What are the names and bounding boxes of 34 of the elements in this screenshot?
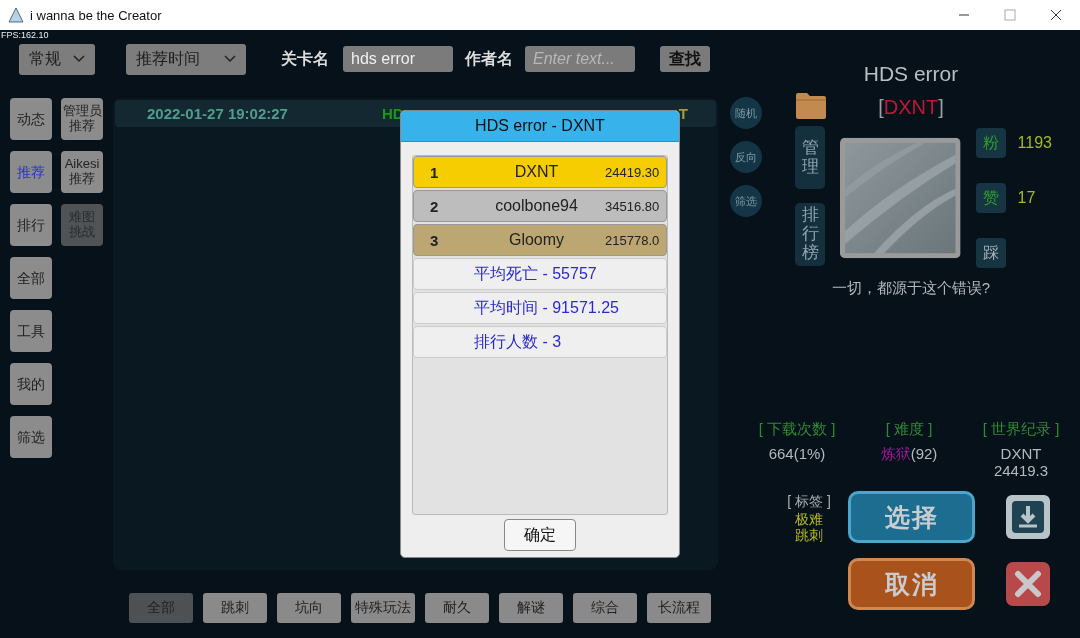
player-name: Gloomy <box>507 231 566 249</box>
fps-counter: FPS:162.10 <box>0 30 49 40</box>
rank-number: 1 <box>430 163 440 181</box>
stat-text: 平均时间 - 91571.25 <box>474 297 619 318</box>
level-description: 一切，都源于这个错误? <box>831 279 991 298</box>
author-name: [DXNT] <box>878 95 944 119</box>
level-title: HDS error <box>863 62 959 86</box>
record-time: 24419.3 <box>993 462 1049 479</box>
player-name: DXNT <box>513 163 560 181</box>
stat-label: [ 难度 ] <box>885 420 933 439</box>
record-holder: DXNT <box>1000 445 1042 462</box>
rank-number: 3 <box>430 231 440 249</box>
tag: 跳刺 <box>795 527 823 544</box>
level-author: T <box>678 105 688 122</box>
clear-time: 24419.30 <box>605 164 661 180</box>
window-title: i wanna be the Creator <box>30 7 162 23</box>
clear-time: 215778.0 <box>605 232 661 248</box>
clear-time: 34516.80 <box>605 198 661 214</box>
stat-label: [ 下载次数 ] <box>758 420 836 439</box>
stat-label: [ 世界纪录 ] <box>982 420 1060 439</box>
tag: 极难 <box>795 511 823 528</box>
rank-number: 2 <box>430 197 440 215</box>
stat-text: 排行人数 - 3 <box>474 331 562 352</box>
level-date: 2022-01-27 19:02:27 <box>147 105 289 122</box>
difficulty-value: 炼狱(92) <box>880 445 938 464</box>
reaction-count: 17 <box>1017 189 1036 207</box>
author-label: 作者名 <box>465 48 513 69</box>
player-name: coolbone94 <box>494 197 579 215</box>
dialog-title: HDS error - DXNT <box>401 111 679 142</box>
reaction-count: 1193 <box>1017 134 1052 152</box>
tags-label: [ 标签 ] <box>787 493 831 511</box>
level-name-label: 关卡名 <box>281 48 329 69</box>
stat-text: 平均死亡 - 55757 <box>474 263 597 284</box>
download-count: 664(1%) <box>768 445 826 462</box>
